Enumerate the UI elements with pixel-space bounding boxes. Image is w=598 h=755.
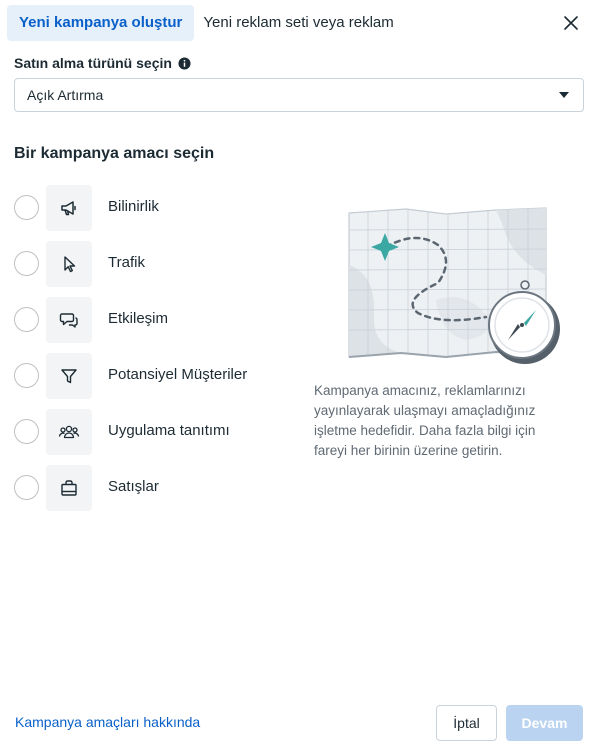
about-objectives-link[interactable]: Kampanya amaçları hakkında <box>15 714 200 730</box>
objective-label: Bilinirlik <box>108 198 159 215</box>
objective-icon-box <box>46 185 92 231</box>
purchase-type-label: Satın alma türünü seçin <box>14 55 191 71</box>
megaphone-icon <box>61 201 76 216</box>
tab-bar: Yeni kampanya oluştur Yeni reklam seti v… <box>7 5 394 41</box>
cancel-button[interactable]: İptal <box>436 705 497 741</box>
objective-label: Satışlar <box>108 478 159 495</box>
objective-label: Potansiyel Müşteriler <box>108 366 248 383</box>
objective-icon-box <box>46 409 92 455</box>
objective-radio[interactable] <box>14 307 39 332</box>
objective-awareness[interactable]: Bilinirlik <box>14 185 284 231</box>
objective-radio[interactable] <box>14 475 39 500</box>
objective-label: Uygulama tanıtımı <box>108 422 230 439</box>
objective-icon-box <box>46 297 92 343</box>
objective-sales[interactable]: Satışlar <box>14 465 284 511</box>
chat-bubbles-icon <box>59 313 78 328</box>
objective-leads[interactable]: Potansiyel Müşteriler <box>14 353 284 399</box>
info-icon[interactable] <box>178 56 191 70</box>
objective-radio[interactable] <box>14 363 39 388</box>
tab-new-campaign[interactable]: Yeni kampanya oluştur <box>7 5 195 41</box>
objective-description: Kampanya amacınız, reklamlarınızı yayınl… <box>314 383 536 458</box>
objective-section-title: Bir kampanya amacı seçin <box>14 145 215 162</box>
objective-radio[interactable] <box>14 419 39 444</box>
purchase-type-select[interactable]: Açık Artırma <box>14 78 584 112</box>
continue-button[interactable]: Devam <box>506 705 583 741</box>
objective-traffic[interactable]: Trafik <box>14 241 284 287</box>
funnel-icon <box>61 369 77 384</box>
tab-new-adset-or-ad[interactable]: Yeni reklam seti veya reklam <box>203 5 393 41</box>
objective-label: Etkileşim <box>108 310 169 327</box>
objective-engagement[interactable]: Etkileşim <box>14 297 284 343</box>
objective-icon-box <box>46 241 92 287</box>
purchase-type-value: Açık Artırma <box>27 87 104 103</box>
cursor-icon <box>64 256 76 273</box>
close-icon[interactable] <box>561 13 581 33</box>
caret-down-icon <box>559 92 569 98</box>
objective-label: Trafik <box>108 254 145 271</box>
people-icon <box>58 425 80 439</box>
objective-icon-box <box>46 353 92 399</box>
map-compass-illustration <box>348 207 560 364</box>
purchase-type-label-text: Satın alma türünü seçin <box>14 55 172 71</box>
objective-radio[interactable] <box>14 195 39 220</box>
objective-icon-box <box>46 465 92 511</box>
objective-radio[interactable] <box>14 251 39 276</box>
objective-app-promotion[interactable]: Uygulama tanıtımı <box>14 409 284 455</box>
shopping-bag-icon <box>61 480 77 496</box>
